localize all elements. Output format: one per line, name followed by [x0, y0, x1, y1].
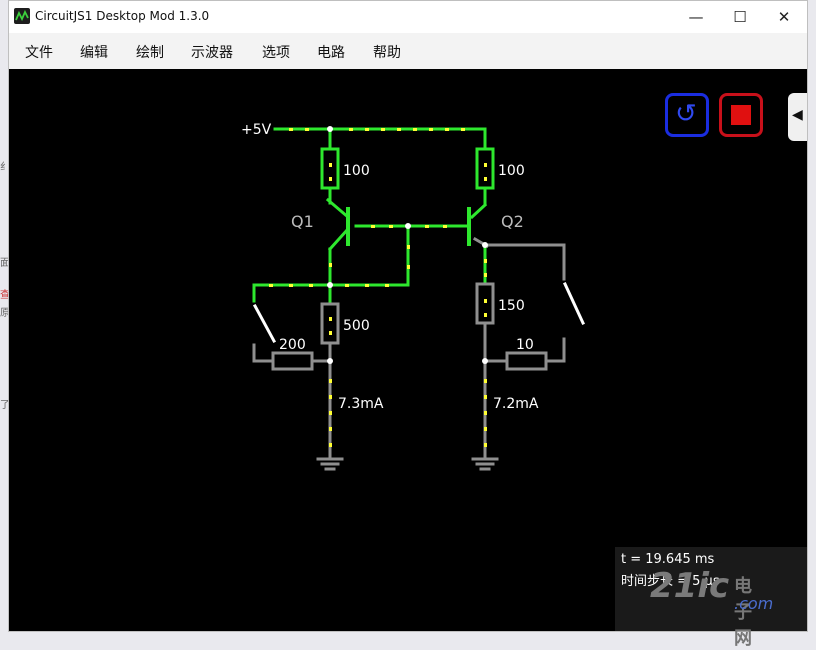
supply-label: +5V [241, 122, 272, 138]
sidebar-toggle-button[interactable]: ◀ [788, 93, 807, 141]
transistor-q1-label: Q1 [291, 212, 314, 231]
resistor-emitter-left[interactable] [320, 302, 340, 345]
menu-circuits[interactable]: 电路 [317, 42, 345, 62]
menu-bar: 文件 编辑 绘制 示波器 选项 电路 帮助 [9, 33, 807, 69]
menu-edit[interactable]: 编辑 [80, 42, 108, 62]
reset-icon: ↺ [675, 99, 697, 129]
title-bar: CircuitJS1 Desktop Mod 1.3.0 — ☐ ✕ [9, 1, 807, 33]
menu-scopes[interactable]: 示波器 [191, 42, 233, 62]
sim-time: t = 19.645 ms [621, 552, 715, 567]
circuit-canvas[interactable]: +5V 100 100 500 150 200 10 7.3mA 7.2mA Q… [9, 69, 807, 631]
label-current-right: 7.2mA [493, 396, 539, 412]
close-button[interactable]: ✕ [761, 1, 807, 33]
resistor-emitter-right[interactable] [475, 282, 495, 325]
resistor-switch-left[interactable] [271, 351, 314, 371]
label-current-left: 7.3mA [338, 396, 384, 412]
reset-button[interactable]: ↺ [665, 93, 709, 137]
ground-right [471, 457, 499, 471]
app-logo-icon [14, 8, 30, 24]
transistor-q2-label: Q2 [501, 212, 524, 231]
menu-file[interactable]: 文件 [25, 42, 53, 62]
stop-icon [731, 105, 751, 125]
resistor-top-left[interactable] [320, 147, 340, 190]
label-r-emitter-right: 150 [498, 298, 525, 314]
ground-left [316, 457, 344, 471]
left-switch[interactable] [252, 303, 277, 344]
menu-draw[interactable]: 绘制 [136, 42, 164, 62]
watermark-logo-text: 21ic [650, 566, 730, 606]
right-switch[interactable] [563, 282, 585, 325]
menu-options[interactable]: 选项 [262, 42, 290, 62]
watermark-domain: .com [734, 594, 774, 613]
background-window-edge: 纟 面 查 原 了 [0, 162, 10, 411]
resistor-switch-right[interactable] [505, 351, 548, 371]
maximize-icon: ☐ [733, 8, 747, 26]
window-title: CircuitJS1 Desktop Mod 1.3.0 [35, 9, 210, 23]
active-wires [252, 127, 488, 306]
chevron-left-icon: ◀ [792, 107, 803, 123]
label-r-switch-left: 200 [279, 337, 306, 353]
close-icon: ✕ [777, 8, 791, 26]
minimize-icon: — [688, 8, 704, 26]
stop-button[interactable] [719, 93, 763, 137]
label-r-emitter-left: 500 [343, 318, 370, 334]
label-r-top-left: 100 [343, 163, 370, 179]
app-window: CircuitJS1 Desktop Mod 1.3.0 — ☐ ✕ 文件 编辑… [8, 0, 808, 632]
resistor-top-right[interactable] [475, 147, 495, 190]
label-r-top-right: 100 [498, 163, 525, 179]
maximize-button[interactable]: ☐ [717, 1, 763, 33]
minimize-button[interactable]: — [673, 1, 719, 33]
menu-help[interactable]: 帮助 [373, 42, 401, 62]
label-r-switch-right: 10 [516, 337, 534, 353]
